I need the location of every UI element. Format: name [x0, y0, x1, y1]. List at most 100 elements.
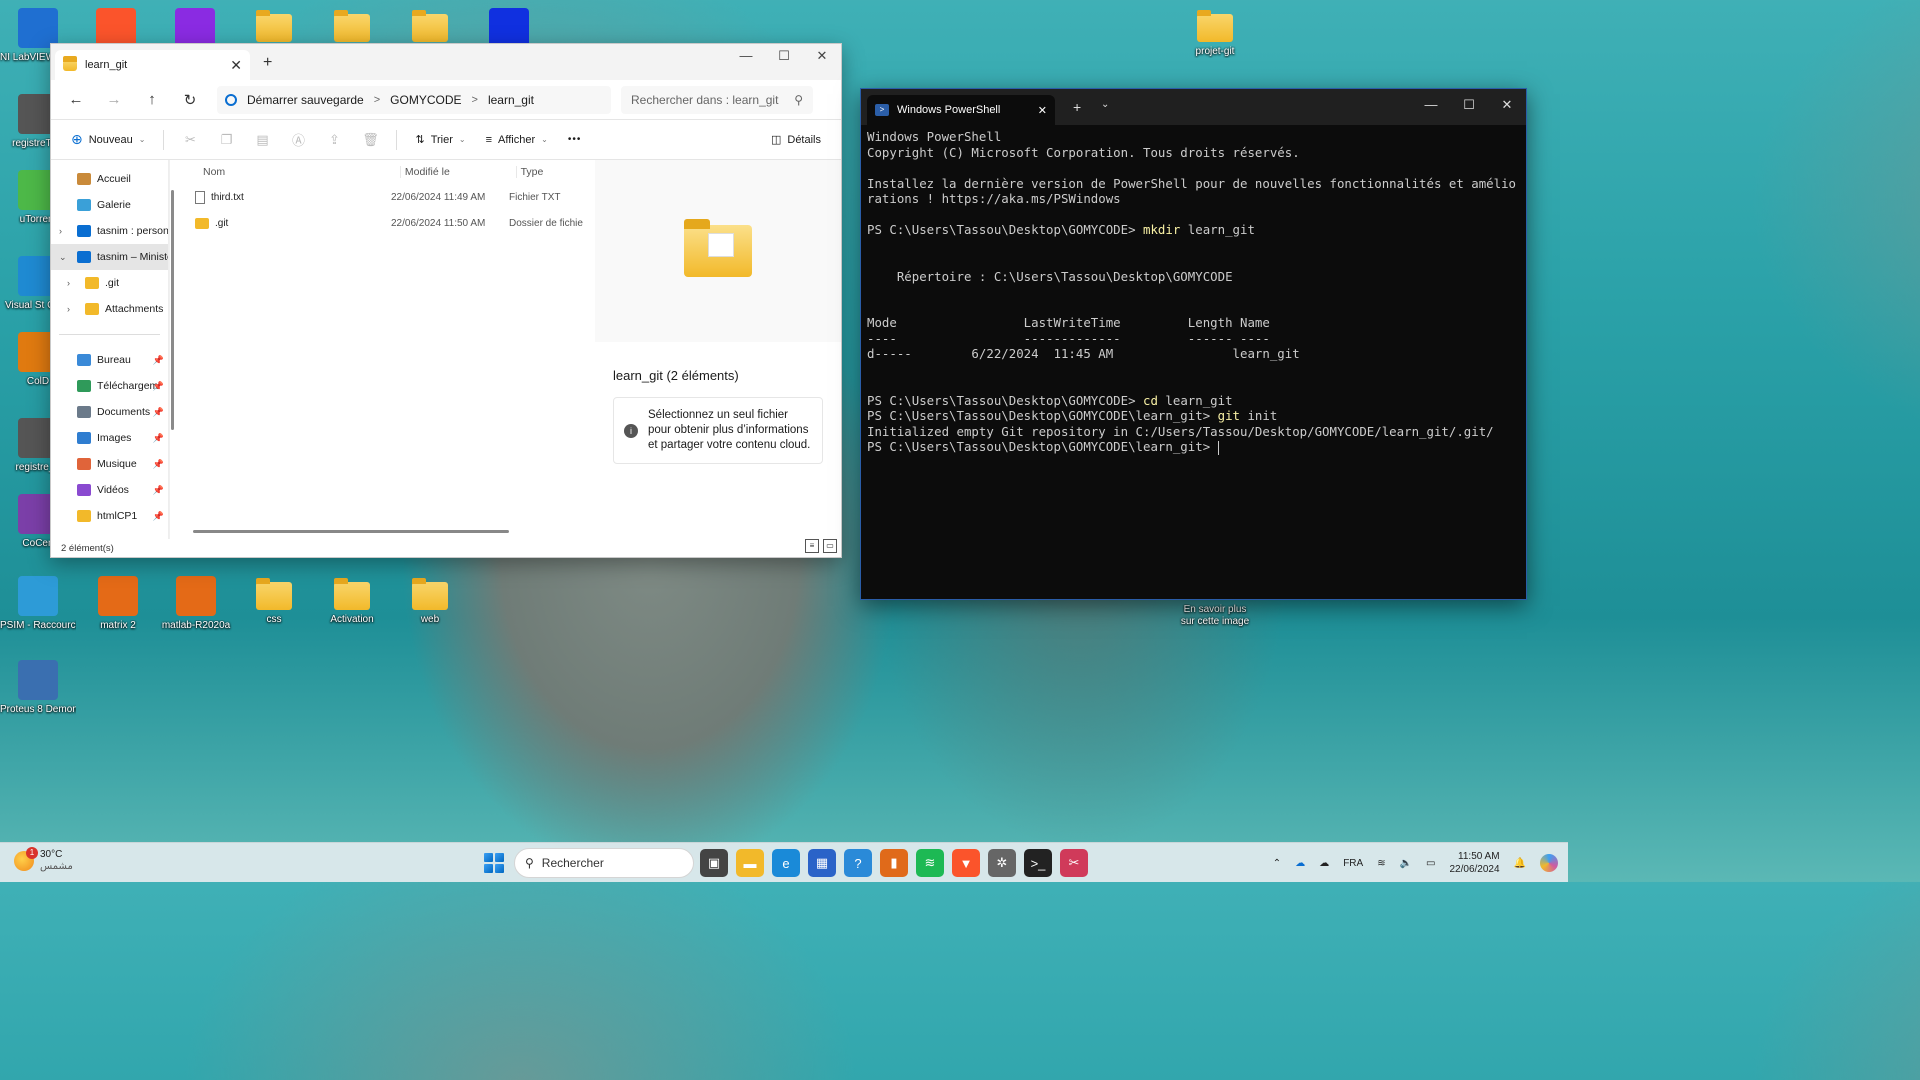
weather-widget[interactable]: 1 30°C مشمس: [14, 847, 73, 873]
desktop-icon[interactable]: PSIM - Raccourci: [0, 576, 76, 632]
breadcrumb-item[interactable]: GOMYCODE: [390, 93, 461, 107]
forward-button[interactable]: →: [97, 91, 131, 108]
sidebar-item[interactable]: › .git: [51, 270, 168, 296]
tab-learn-git[interactable]: learn_git ✕: [55, 50, 250, 80]
horizontal-scrollbar[interactable]: [193, 530, 509, 533]
column-modified[interactable]: Modifié le: [401, 166, 517, 178]
sidebar-item[interactable]: Galerie: [51, 192, 168, 218]
sidebar-item[interactable]: htmlCP1 📌: [51, 503, 168, 529]
desktop-icon[interactable]: matlab-R2020a: [158, 576, 234, 632]
details-button[interactable]: ◫ Détails: [763, 126, 829, 154]
details-view-icon[interactable]: ≡: [805, 539, 819, 553]
search-input[interactable]: Rechercher dans : learn_git ⚲: [621, 85, 813, 114]
sidebar-item[interactable]: Images 📌: [51, 425, 168, 451]
close-tab-icon[interactable]: ✕: [1038, 104, 1047, 117]
maximize-button[interactable]: ☐: [765, 44, 803, 68]
close-button[interactable]: ✕: [803, 44, 841, 68]
sidebar-item[interactable]: Téléchargem 📌: [51, 373, 168, 399]
up-button[interactable]: ↑: [135, 91, 169, 108]
close-tab-icon[interactable]: ✕: [230, 57, 242, 74]
minimize-button[interactable]: —: [727, 44, 765, 68]
copy-icon[interactable]: ❐: [210, 132, 242, 148]
close-button[interactable]: ✕: [1488, 89, 1526, 121]
file-explorer-icon[interactable]: ▬: [736, 849, 764, 877]
column-type[interactable]: Type: [517, 166, 595, 178]
snipping-icon[interactable]: ✂: [1060, 849, 1088, 877]
chevron-down-icon[interactable]: ⌄: [1101, 99, 1109, 110]
language-indicator[interactable]: FRA: [1343, 858, 1363, 869]
desktop-icon[interactable]: Proteus 8 Demonstration: [0, 660, 76, 716]
pin-icon[interactable]: 📌: [153, 381, 164, 392]
file-row[interactable]: third.txt 22/06/2024 11:49 AM Fichier TXT: [175, 184, 595, 210]
store-icon[interactable]: ▦: [808, 849, 836, 877]
chevron-right-icon[interactable]: ›: [67, 304, 70, 314]
breadcrumb[interactable]: Démarrer sauvegarde > GOMYCODE > learn_g…: [217, 85, 611, 114]
pin-icon[interactable]: 📌: [153, 355, 164, 366]
minimize-button[interactable]: —: [1412, 89, 1450, 121]
sidebar-item[interactable]: › tasnim : personn: [51, 218, 168, 244]
help-icon[interactable]: ?: [844, 849, 872, 877]
cut-icon[interactable]: ✂: [174, 132, 206, 148]
new-button[interactable]: ⊕ Nouveau ⌄: [63, 126, 153, 154]
task-view-icon[interactable]: ▣: [700, 849, 728, 877]
wifi-icon[interactable]: ≋: [1377, 858, 1385, 869]
pin-icon[interactable]: 📌: [153, 433, 164, 444]
back-button[interactable]: ←: [59, 91, 93, 108]
desktop-icon[interactable]: web: [392, 576, 468, 626]
clock[interactable]: 11:50 AM 22/06/2024: [1449, 850, 1499, 876]
volume-icon[interactable]: 🔈: [1400, 858, 1412, 869]
brave-icon[interactable]: ▼: [952, 849, 980, 877]
chevron-right-icon[interactable]: ›: [67, 278, 70, 288]
pin-icon[interactable]: 📌: [153, 407, 164, 418]
sidebar-item[interactable]: › Attachments: [51, 296, 168, 322]
desktop-icon[interactable]: matrix 2: [80, 576, 156, 632]
column-name[interactable]: Nom: [203, 166, 401, 178]
taskbar-search[interactable]: ⚲ Rechercher: [514, 848, 694, 878]
scrollbar-thumb[interactable]: [171, 190, 174, 430]
sidebar-item[interactable]: Documents 📌: [51, 399, 168, 425]
view-button[interactable]: ≡ Afficher ⌄: [478, 126, 556, 154]
chevron-down-icon[interactable]: ⌄: [59, 252, 67, 263]
rename-icon[interactable]: Ⓐ: [282, 130, 314, 149]
new-tab-button[interactable]: +: [1073, 99, 1081, 115]
refresh-button[interactable]: ↻: [173, 91, 207, 109]
chevron-up-icon[interactable]: ⌃: [1273, 858, 1281, 869]
desktop-icon[interactable]: Activation: [314, 576, 390, 626]
tab-powershell[interactable]: > Windows PowerShell ✕: [867, 95, 1055, 125]
copilot-icon[interactable]: [1540, 854, 1558, 872]
paste-icon[interactable]: ▤: [246, 132, 278, 148]
desktop-icon[interactable]: css: [236, 576, 312, 626]
spotify-icon[interactable]: ≋: [916, 849, 944, 877]
notifications-icon[interactable]: 🔔: [1514, 858, 1526, 869]
pin-icon[interactable]: 📌: [153, 459, 164, 470]
desktop-icon[interactable]: [392, 8, 468, 46]
onedrive-icon[interactable]: ☁: [1295, 858, 1305, 869]
breadcrumb-item[interactable]: learn_git: [488, 93, 534, 107]
share-icon[interactable]: ⇪: [318, 132, 350, 148]
terminal-output[interactable]: Windows PowerShell Copyright (C) Microsof…: [861, 125, 1526, 459]
sidebar-item[interactable]: Vidéos 📌: [51, 477, 168, 503]
breadcrumb-item[interactable]: Démarrer sauvegarde: [247, 93, 364, 107]
settings-icon[interactable]: ✲: [988, 849, 1016, 877]
edge-icon[interactable]: e: [772, 849, 800, 877]
battery-icon[interactable]: ▭: [1426, 858, 1435, 869]
terminal-icon[interactable]: >_: [1024, 849, 1052, 877]
desktop-icon[interactable]: [236, 8, 312, 46]
pin-icon[interactable]: 📌: [153, 485, 164, 496]
pin-icon[interactable]: 📌: [153, 511, 164, 522]
more-options-button[interactable]: •••: [560, 126, 590, 154]
start-button[interactable]: [484, 853, 504, 873]
sidebar-item[interactable]: ⌄ tasnim – Ministè: [51, 244, 168, 270]
sort-button[interactable]: ⇅ Trier ⌄: [407, 126, 473, 154]
sidebar-item[interactable]: Accueil: [51, 166, 168, 192]
book-icon[interactable]: ▮: [880, 849, 908, 877]
sidebar-item[interactable]: Bureau 📌: [51, 347, 168, 373]
chevron-right-icon[interactable]: ›: [59, 226, 62, 236]
tiles-view-icon[interactable]: ▭: [823, 539, 837, 553]
cloud-icon[interactable]: ☁: [1319, 858, 1329, 869]
file-row[interactable]: .git 22/06/2024 11:50 AM Dossier de fichie: [175, 210, 595, 236]
new-tab-button[interactable]: +: [263, 54, 272, 72]
desktop-icon[interactable]: projet-git: [1177, 8, 1253, 58]
delete-icon[interactable]: 🗑: [354, 132, 386, 148]
sidebar-item[interactable]: Musique 📌: [51, 451, 168, 477]
